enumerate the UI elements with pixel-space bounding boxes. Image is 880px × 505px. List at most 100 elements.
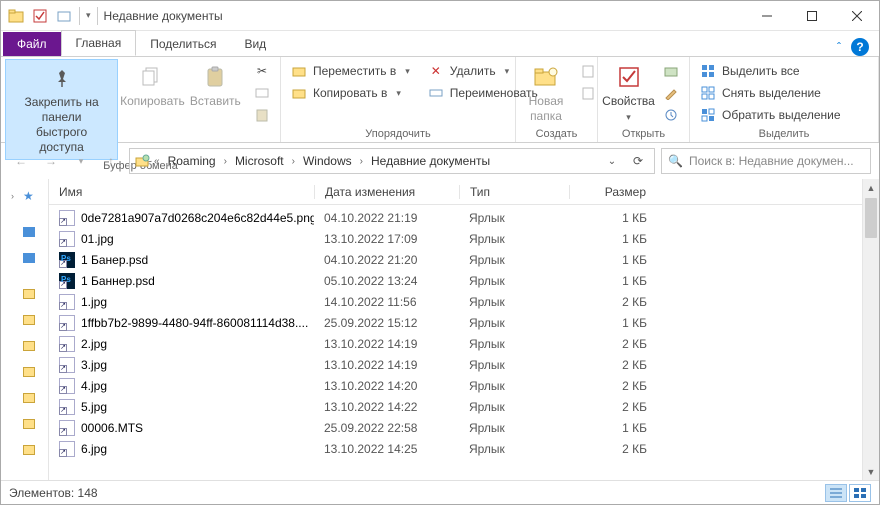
nav-item[interactable] bbox=[1, 247, 48, 269]
star-icon: ★ bbox=[23, 189, 34, 203]
open-button[interactable] bbox=[657, 61, 685, 81]
qat-dropdown-icon[interactable]: ▾ bbox=[86, 10, 91, 21]
help-icon[interactable]: ? bbox=[851, 38, 869, 56]
nav-folder[interactable] bbox=[1, 439, 48, 461]
search-icon: 🔍 bbox=[668, 154, 683, 168]
nav-quick-access[interactable]: ›★ bbox=[1, 185, 48, 207]
file-size: 1 КБ bbox=[569, 316, 659, 330]
close-button[interactable] bbox=[834, 1, 879, 30]
delete-icon: ✕ bbox=[428, 63, 444, 79]
forward-button[interactable]: → bbox=[39, 149, 63, 173]
address-bar[interactable]: « Roaming › Microsoft › Windows › Недавн… bbox=[129, 148, 655, 174]
edit-button[interactable] bbox=[657, 83, 685, 103]
minimize-button[interactable] bbox=[744, 1, 789, 30]
tab-view[interactable]: Вид bbox=[230, 32, 280, 56]
new-folder-button[interactable]: Новая папка bbox=[520, 59, 572, 128]
up-button[interactable]: ↑ bbox=[99, 149, 123, 173]
nav-folder[interactable] bbox=[1, 283, 48, 305]
scroll-down-button[interactable]: ▼ bbox=[863, 463, 879, 480]
file-row[interactable]: ↗2.jpg13.10.2022 14:19Ярлык2 КБ bbox=[49, 333, 862, 354]
column-type[interactable]: Тип bbox=[459, 185, 569, 199]
tab-file[interactable]: Файл bbox=[3, 32, 61, 56]
nav-folder[interactable] bbox=[1, 387, 48, 409]
copy-to-button[interactable]: Копировать в bbox=[285, 83, 416, 103]
recent-locations-button[interactable]: ▾ bbox=[69, 149, 93, 173]
refresh-button[interactable]: ⟳ bbox=[626, 154, 650, 168]
vertical-scrollbar[interactable]: ▲ ▼ bbox=[862, 179, 879, 480]
nav-folder[interactable] bbox=[1, 309, 48, 331]
group-label-select: Выделить bbox=[690, 128, 878, 142]
search-box[interactable]: 🔍 Поиск в: Недавние докумен... bbox=[661, 148, 871, 174]
file-type: Ярлык bbox=[459, 316, 569, 330]
nav-item[interactable] bbox=[1, 221, 48, 243]
location-icon bbox=[134, 153, 150, 169]
breadcrumb[interactable]: Недавние документы bbox=[367, 154, 494, 168]
breadcrumb[interactable]: Roaming bbox=[164, 154, 220, 168]
file-icon: ↗ bbox=[59, 252, 75, 268]
column-size[interactable]: Размер bbox=[569, 185, 659, 199]
window-title: Недавние документы bbox=[98, 9, 223, 23]
column-name[interactable]: Имя bbox=[49, 185, 314, 199]
file-row[interactable]: ↗01.jpg13.10.2022 17:09Ярлык1 КБ bbox=[49, 228, 862, 249]
qat-newfolder-icon[interactable] bbox=[55, 7, 73, 25]
breadcrumb[interactable]: Windows bbox=[299, 154, 356, 168]
navigation-pane[interactable]: ›★ bbox=[1, 179, 49, 480]
chevron-right-icon[interactable]: › bbox=[290, 156, 297, 167]
file-row[interactable]: ↗1 Банер.psd04.10.2022 21:20Ярлык1 КБ bbox=[49, 249, 862, 270]
file-row[interactable]: ↗00006.MTS25.09.2022 22:58Ярлык1 КБ bbox=[49, 417, 862, 438]
copy-path-icon bbox=[254, 85, 270, 101]
file-icon: ↗ bbox=[59, 294, 75, 310]
file-size: 1 КБ bbox=[569, 274, 659, 288]
file-row[interactable]: ↗1 Баннер.psd05.10.2022 13:24Ярлык1 КБ bbox=[49, 270, 862, 291]
file-row[interactable]: ↗3.jpg13.10.2022 14:19Ярлык2 КБ bbox=[49, 354, 862, 375]
file-date: 13.10.2022 14:19 bbox=[314, 337, 459, 351]
chevron-right-icon[interactable]: › bbox=[358, 156, 365, 167]
tab-home[interactable]: Главная bbox=[61, 30, 137, 56]
select-all-button[interactable]: Выделить все bbox=[694, 61, 847, 81]
open-icon bbox=[663, 63, 679, 79]
details-view-button[interactable] bbox=[825, 484, 847, 502]
file-row[interactable]: ↗6.jpg13.10.2022 14:25Ярлык2 КБ bbox=[49, 438, 862, 459]
scroll-thumb[interactable] bbox=[865, 198, 877, 238]
scroll-up-button[interactable]: ▲ bbox=[863, 179, 879, 196]
history-button[interactable] bbox=[657, 105, 685, 125]
paste-shortcut-button[interactable] bbox=[248, 105, 276, 125]
collapse-ribbon-icon[interactable]: ˆ bbox=[837, 40, 841, 54]
qat-properties-icon[interactable] bbox=[31, 7, 49, 25]
back-button[interactable]: ← bbox=[9, 149, 33, 173]
ribbon-tabs: Файл Главная Поделиться Вид ˆ ? bbox=[1, 31, 879, 57]
file-row[interactable]: ↗4.jpg13.10.2022 14:20Ярлык2 КБ bbox=[49, 375, 862, 396]
breadcrumb[interactable]: Microsoft bbox=[231, 154, 288, 168]
properties-button[interactable]: Свойства ▾ bbox=[602, 59, 655, 127]
maximize-button[interactable] bbox=[789, 1, 834, 30]
copy-button[interactable]: Копировать bbox=[118, 59, 186, 113]
column-headers[interactable]: Имя Дата изменения Тип Размер bbox=[49, 179, 862, 205]
nav-folder[interactable] bbox=[1, 335, 48, 357]
search-placeholder: Поиск в: Недавние докумен... bbox=[689, 154, 854, 168]
move-to-button[interactable]: Переместить в bbox=[285, 61, 416, 81]
address-dropdown-button[interactable]: ⌄ bbox=[600, 156, 624, 167]
select-none-button[interactable]: Снять выделение bbox=[694, 83, 847, 103]
file-type: Ярлык bbox=[459, 358, 569, 372]
chevron-right-icon[interactable]: « bbox=[152, 156, 162, 167]
copy-to-icon bbox=[291, 85, 307, 101]
status-bar: Элементов: 148 bbox=[1, 480, 879, 504]
tab-share[interactable]: Поделиться bbox=[136, 32, 230, 56]
column-date[interactable]: Дата изменения bbox=[314, 185, 459, 199]
nav-folder[interactable] bbox=[1, 413, 48, 435]
history-icon bbox=[663, 107, 679, 123]
invert-selection-button[interactable]: Обратить выделение bbox=[694, 105, 847, 125]
file-row[interactable]: ↗0de7281a907a7d0268c204e6c82d44e5.png04.… bbox=[49, 207, 862, 228]
paste-button[interactable]: Вставить bbox=[187, 59, 244, 113]
thumbnails-view-button[interactable] bbox=[849, 484, 871, 502]
nav-folder[interactable] bbox=[1, 361, 48, 383]
file-name: 6.jpg bbox=[81, 442, 107, 456]
file-row[interactable]: ↗1ffbb7b2-9899-4480-94ff-860081114d38...… bbox=[49, 312, 862, 333]
chevron-right-icon[interactable]: › bbox=[222, 156, 229, 167]
cut-icon: ✂ bbox=[254, 63, 270, 79]
copy-path-button[interactable] bbox=[248, 83, 276, 103]
file-size: 1 КБ bbox=[569, 421, 659, 435]
cut-button[interactable]: ✂ bbox=[248, 61, 276, 81]
file-row[interactable]: ↗1.jpg14.10.2022 11:56Ярлык2 КБ bbox=[49, 291, 862, 312]
file-row[interactable]: ↗5.jpg13.10.2022 14:22Ярлык2 КБ bbox=[49, 396, 862, 417]
